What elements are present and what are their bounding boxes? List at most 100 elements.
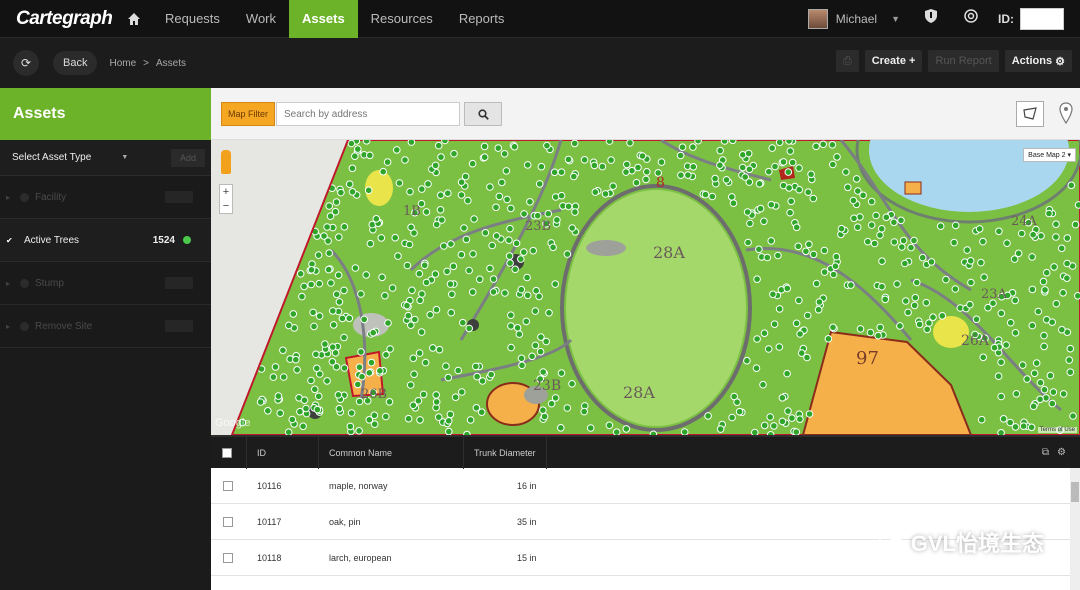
tree-marker[interactable] bbox=[517, 285, 526, 294]
tree-marker[interactable] bbox=[1039, 277, 1048, 286]
tree-marker[interactable] bbox=[489, 288, 498, 296]
tree-marker[interactable] bbox=[738, 163, 747, 172]
tree-marker[interactable] bbox=[314, 251, 323, 259]
tree-marker[interactable] bbox=[1066, 344, 1075, 353]
tree-marker[interactable] bbox=[733, 398, 741, 407]
tree-marker[interactable] bbox=[975, 225, 984, 233]
tree-marker[interactable] bbox=[457, 250, 466, 259]
tree-marker[interactable] bbox=[376, 367, 384, 375]
tree-marker[interactable] bbox=[728, 193, 736, 201]
tree-marker[interactable] bbox=[803, 311, 812, 320]
tree-marker[interactable] bbox=[307, 280, 315, 289]
tree-marker[interactable] bbox=[382, 412, 390, 421]
tree-marker[interactable] bbox=[515, 330, 524, 338]
tree-marker[interactable] bbox=[849, 196, 858, 205]
map-pin-icon[interactable] bbox=[1056, 99, 1076, 127]
tree-marker[interactable] bbox=[795, 296, 803, 305]
tree-marker[interactable] bbox=[805, 240, 813, 249]
tree-marker[interactable] bbox=[716, 146, 725, 155]
add-button[interactable]: Add bbox=[171, 148, 205, 167]
tree-marker[interactable] bbox=[528, 352, 536, 361]
tree-marker[interactable] bbox=[936, 222, 945, 230]
tree-marker[interactable] bbox=[829, 270, 838, 279]
tree-marker[interactable] bbox=[366, 239, 375, 248]
tree-marker[interactable] bbox=[507, 322, 515, 330]
tree-marker[interactable] bbox=[487, 370, 496, 379]
tree-marker[interactable] bbox=[256, 398, 265, 406]
sidebar-item-active-trees[interactable]: ✔ Active Trees 1524 bbox=[0, 219, 211, 262]
tree-marker[interactable] bbox=[643, 168, 651, 176]
tree-marker[interactable] bbox=[506, 224, 514, 233]
layer-toggle[interactable] bbox=[165, 191, 193, 203]
tree-marker[interactable] bbox=[1066, 368, 1075, 376]
tree-marker[interactable] bbox=[1030, 369, 1039, 378]
tree-marker[interactable] bbox=[1032, 359, 1041, 367]
layer-toggle[interactable] bbox=[165, 320, 193, 332]
tree-marker[interactable] bbox=[411, 315, 419, 324]
tree-marker[interactable] bbox=[432, 220, 441, 229]
tree-marker[interactable] bbox=[775, 140, 784, 147]
tree-marker[interactable] bbox=[1040, 342, 1048, 351]
sidebar-item-stump[interactable]: ▸ Stump bbox=[0, 262, 211, 305]
tree-marker[interactable] bbox=[580, 156, 589, 164]
tree-marker[interactable] bbox=[264, 407, 272, 415]
row-checkbox[interactable] bbox=[223, 552, 233, 563]
tree-marker[interactable] bbox=[422, 208, 431, 216]
tree-marker[interactable] bbox=[678, 143, 687, 151]
tree-marker[interactable] bbox=[271, 363, 280, 371]
tree-marker[interactable] bbox=[852, 175, 861, 183]
tree-marker[interactable] bbox=[770, 422, 778, 430]
tree-marker[interactable] bbox=[429, 344, 437, 352]
tree-marker[interactable] bbox=[501, 289, 509, 297]
tree-marker[interactable] bbox=[1065, 356, 1074, 364]
tree-marker[interactable] bbox=[1069, 412, 1077, 420]
tree-marker[interactable] bbox=[1049, 388, 1058, 396]
tree-marker[interactable] bbox=[551, 280, 560, 288]
tree-marker[interactable] bbox=[1045, 209, 1053, 218]
tree-marker[interactable] bbox=[784, 407, 792, 415]
tree-marker[interactable] bbox=[605, 421, 614, 430]
tree-marker[interactable] bbox=[728, 140, 737, 145]
tree-marker[interactable] bbox=[1023, 375, 1031, 383]
tree-marker[interactable] bbox=[1011, 329, 1020, 337]
tree-marker[interactable] bbox=[722, 176, 731, 184]
tree-marker[interactable] bbox=[463, 196, 472, 205]
tree-marker[interactable] bbox=[494, 144, 503, 152]
tree-marker[interactable] bbox=[299, 422, 307, 431]
tree-marker[interactable] bbox=[764, 345, 773, 353]
tree-marker[interactable] bbox=[533, 211, 542, 220]
tree-marker[interactable] bbox=[323, 223, 331, 231]
tree-marker[interactable] bbox=[819, 140, 828, 149]
tree-marker[interactable] bbox=[872, 211, 880, 220]
tree-marker[interactable] bbox=[997, 392, 1006, 401]
tree-marker[interactable] bbox=[391, 233, 399, 242]
tree-marker[interactable] bbox=[763, 253, 772, 262]
tree-marker[interactable] bbox=[876, 231, 884, 239]
zoom-out-button[interactable]: − bbox=[220, 199, 232, 213]
tree-marker[interactable] bbox=[545, 309, 553, 317]
asset-map[interactable]: 28A 28A 97 26A 23B 8 23B 26B 24A 23A 1B … bbox=[211, 140, 1080, 435]
tree-marker[interactable] bbox=[486, 264, 494, 273]
tree-marker[interactable] bbox=[704, 412, 712, 420]
tree-marker[interactable] bbox=[746, 219, 754, 228]
tree-marker[interactable] bbox=[784, 168, 793, 176]
tree-marker[interactable] bbox=[787, 197, 796, 206]
tree-marker[interactable] bbox=[446, 280, 455, 288]
tree-marker[interactable] bbox=[535, 292, 543, 301]
tree-marker[interactable] bbox=[536, 347, 545, 356]
tree-marker[interactable] bbox=[1063, 259, 1071, 268]
tree-marker[interactable] bbox=[460, 224, 468, 232]
tree-marker[interactable] bbox=[570, 172, 578, 181]
tree-marker[interactable] bbox=[977, 258, 985, 267]
tree-marker[interactable] bbox=[441, 140, 449, 145]
tree-marker[interactable] bbox=[770, 320, 779, 328]
tree-marker[interactable] bbox=[743, 356, 751, 365]
tree-marker[interactable] bbox=[792, 319, 801, 328]
tree-marker[interactable] bbox=[701, 190, 710, 199]
tree-marker[interactable] bbox=[1029, 230, 1037, 239]
scrollbar-thumb[interactable] bbox=[1071, 482, 1079, 502]
tree-marker[interactable] bbox=[878, 282, 886, 291]
tree-marker[interactable] bbox=[867, 221, 876, 229]
tree-marker[interactable] bbox=[833, 153, 841, 161]
tree-marker[interactable] bbox=[334, 391, 343, 399]
